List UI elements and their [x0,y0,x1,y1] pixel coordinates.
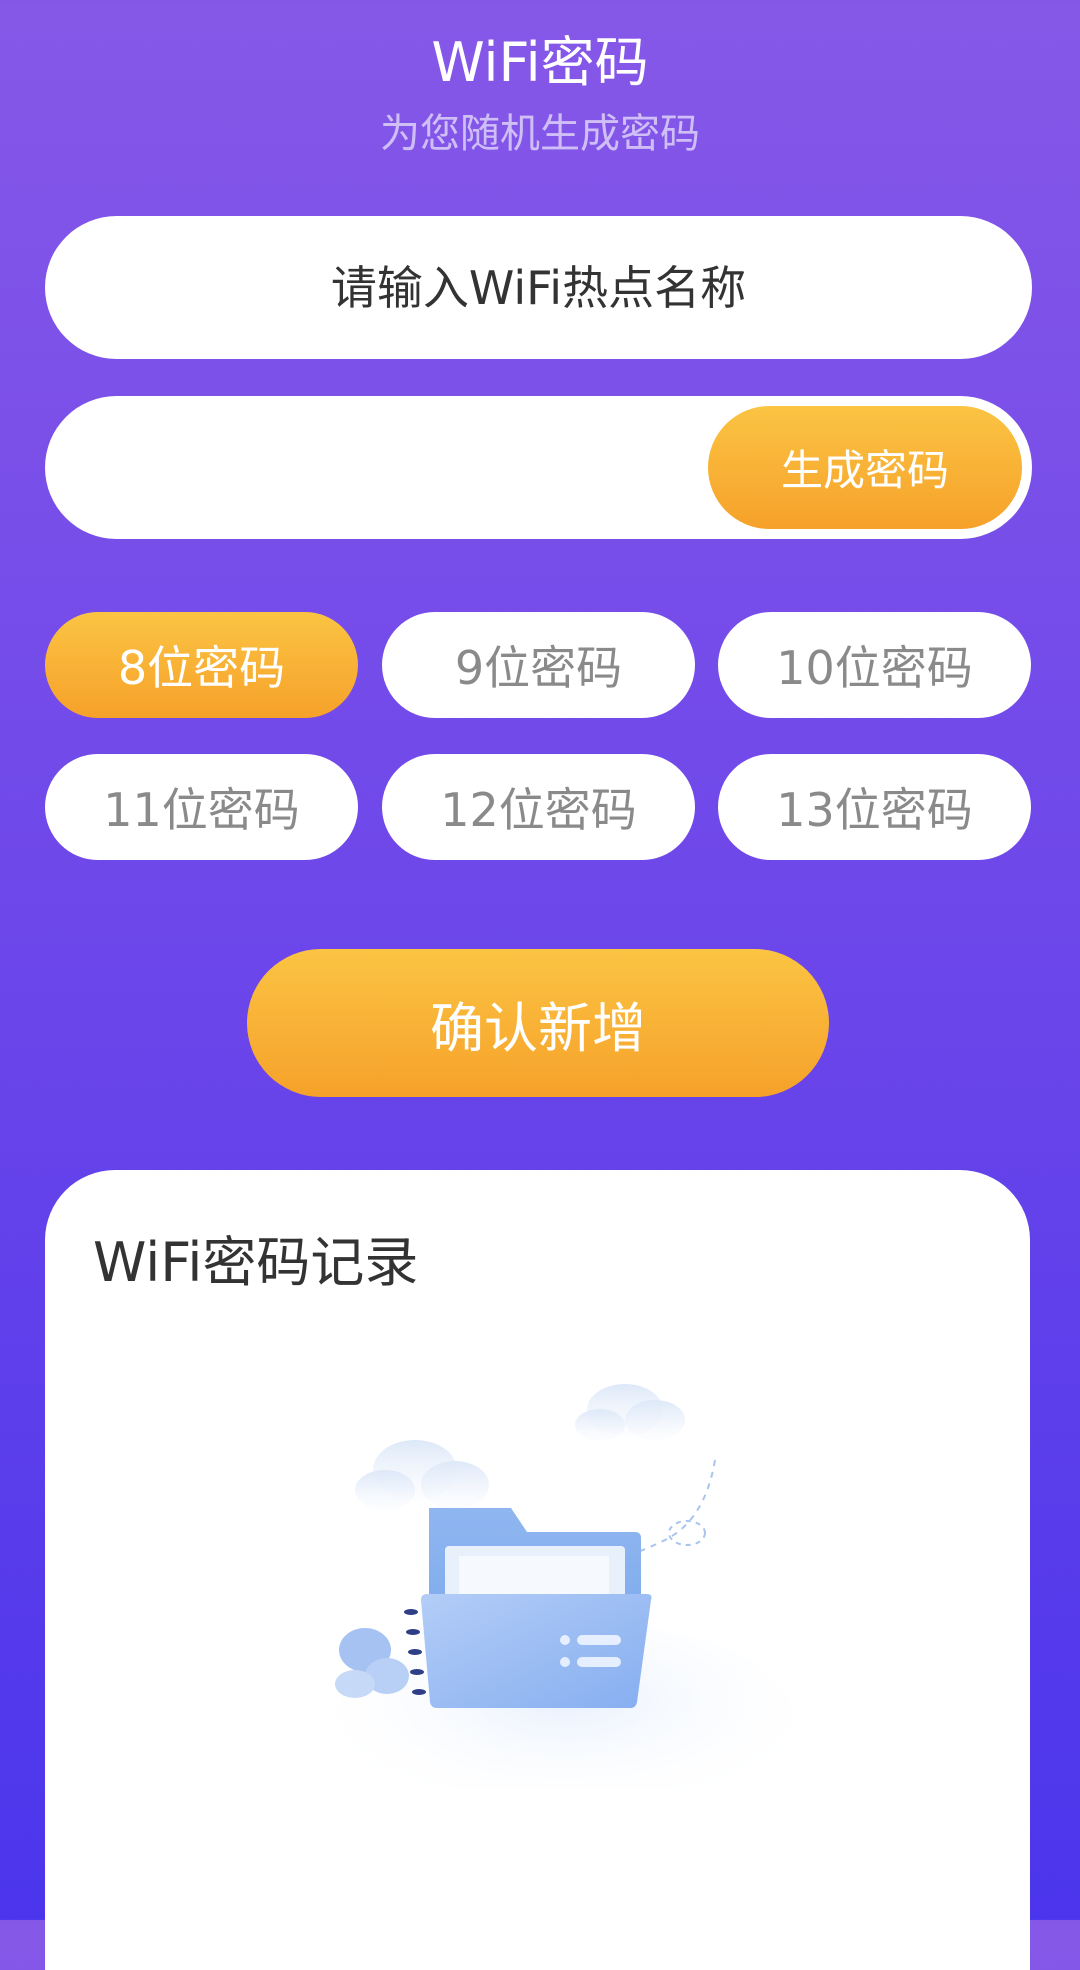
length-option-9[interactable]: 9位密码 [382,612,695,718]
folder-icon [421,1594,652,1708]
cloud-icon [355,1440,489,1510]
plant-icon [335,1628,409,1698]
confirm-add-button[interactable]: 确认新增 [247,949,829,1097]
length-option-12[interactable]: 12位密码 [382,754,695,860]
length-option-13[interactable]: 13位密码 [718,754,1031,860]
records-card: WiFi密码记录 [45,1170,1030,1970]
length-option-10[interactable]: 10位密码 [718,612,1031,718]
generate-password-button[interactable]: 生成密码 [708,406,1022,529]
length-option-11[interactable]: 11位密码 [45,754,358,860]
password-row: 生成密码 [45,396,1032,539]
page-subtitle: 为您随机生成密码 [380,111,700,157]
length-option-8[interactable]: 8位密码 [45,612,358,718]
password-field[interactable] [105,396,729,539]
empty-folder-illustration [295,1350,835,1820]
page-title: WiFi密码 [431,31,649,94]
records-title: WiFi密码记录 [93,1231,419,1294]
cloud-icon [575,1384,685,1441]
ssid-input[interactable] [45,216,1032,359]
